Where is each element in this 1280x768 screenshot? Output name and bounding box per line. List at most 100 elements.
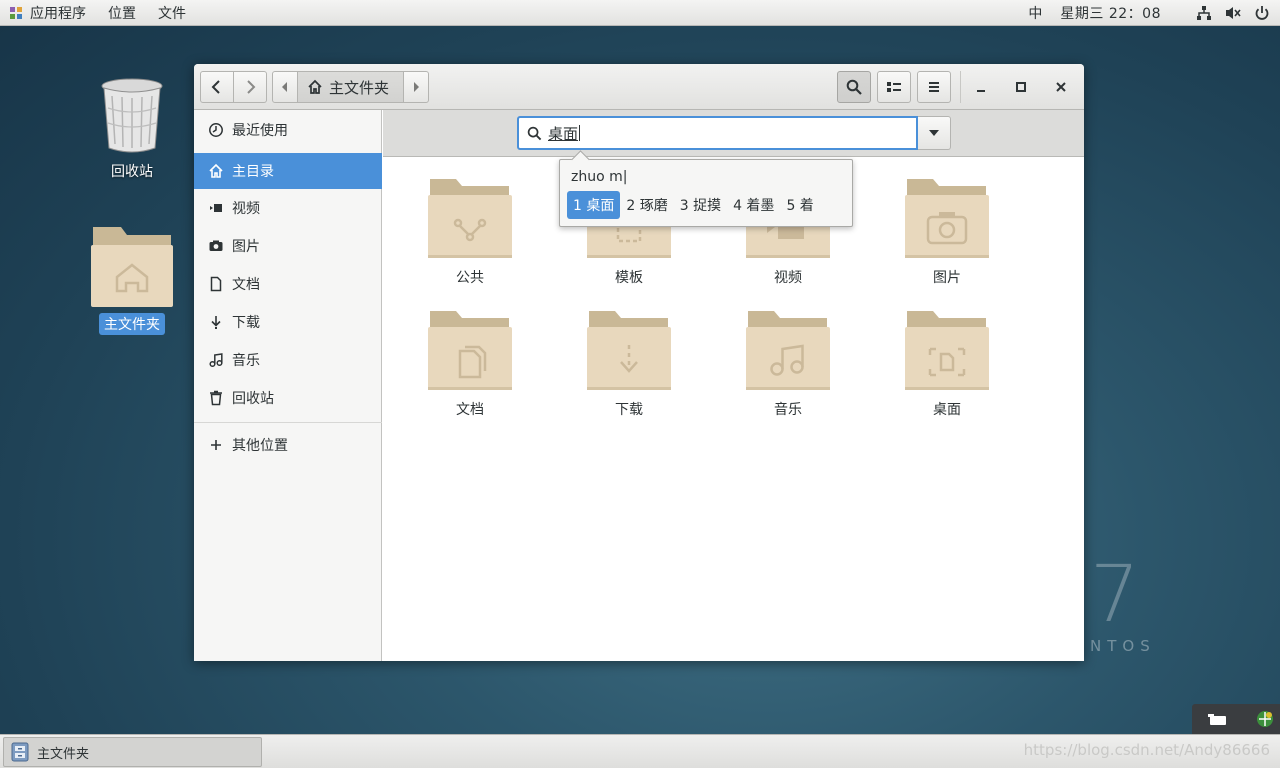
trash-icon bbox=[208, 390, 224, 406]
centos-logo-number: 7 bbox=[1090, 550, 1140, 640]
folder-documents[interactable]: 文档 bbox=[410, 309, 530, 419]
share-icon bbox=[428, 179, 512, 258]
minimize-icon bbox=[977, 90, 985, 92]
folder-name: 下载 bbox=[615, 402, 643, 418]
hamburger-menu-icon bbox=[929, 82, 939, 92]
home-folder-icon bbox=[91, 227, 173, 307]
maximize-button[interactable] bbox=[1012, 78, 1030, 96]
search-options-dropdown[interactable] bbox=[918, 116, 951, 150]
device-icon[interactable] bbox=[1208, 713, 1228, 727]
folder-music[interactable]: 音乐 bbox=[728, 309, 848, 419]
sidebar-item-trash[interactable]: 回收站 bbox=[194, 380, 382, 416]
view-mode-button[interactable] bbox=[877, 71, 911, 103]
sidebar-item-pictures[interactable]: 图片 bbox=[194, 228, 382, 264]
search-button[interactable] bbox=[837, 71, 871, 103]
path-home-button[interactable]: 主文件夹 bbox=[298, 71, 404, 103]
notification-tray bbox=[1192, 704, 1280, 734]
header-bar: 主文件夹 bbox=[194, 64, 1084, 110]
sidebar-item-label: 回收站 bbox=[232, 391, 274, 407]
file-manager-window: 主文件夹 最近使用 主目录 视频 图片 文档 下载 音乐 回收站 其他位置 桌面… bbox=[194, 64, 1084, 661]
file-cabinet-icon bbox=[11, 742, 29, 762]
sidebar-item-label: 最近使用 bbox=[232, 123, 288, 139]
sidebar-item-documents[interactable]: 文档 bbox=[194, 266, 382, 302]
list-view-icon bbox=[887, 82, 901, 92]
sidebar-item-other-locations[interactable]: 其他位置 bbox=[194, 427, 382, 463]
ime-candidate[interactable]: 1 桌面 bbox=[567, 191, 621, 219]
document-icon bbox=[208, 276, 224, 292]
taskbar-item-label: 主文件夹 bbox=[37, 746, 90, 762]
menu-button[interactable] bbox=[917, 71, 951, 103]
music-icon bbox=[208, 352, 224, 368]
close-button[interactable] bbox=[1052, 78, 1070, 96]
desktop-home-folder-label: 主文件夹 bbox=[99, 313, 165, 335]
top-bar: 应用程序 位置 文件 中 星期三 22：08 bbox=[0, 0, 1280, 26]
path-scroll-right-button[interactable] bbox=[403, 71, 430, 103]
maximize-icon bbox=[1016, 82, 1026, 92]
sidebar-item-videos[interactable]: 视频 bbox=[194, 190, 382, 226]
sidebar-item-label: 图片 bbox=[232, 239, 260, 255]
folder-public[interactable]: 公共 bbox=[410, 177, 530, 287]
plus-icon bbox=[208, 437, 224, 453]
sidebar-item-home[interactable]: 主目录 bbox=[194, 153, 382, 189]
header-separator bbox=[960, 71, 961, 103]
clock[interactable]: 星期三 22：08 bbox=[1060, 3, 1161, 23]
triangle-left-icon bbox=[282, 82, 287, 92]
folder-name: 视频 bbox=[774, 270, 802, 286]
folder-desktop[interactable]: 桌面 bbox=[887, 309, 1007, 419]
sidebar: 最近使用 主目录 视频 图片 文档 下载 音乐 回收站 其他位置 bbox=[194, 110, 382, 661]
sidebar-separator bbox=[194, 422, 382, 423]
search-input[interactable]: 桌面 bbox=[517, 116, 918, 150]
desktop-home-folder[interactable]: 主文件夹 bbox=[88, 225, 176, 335]
sidebar-item-label: 音乐 bbox=[232, 353, 260, 369]
path-home-label: 主文件夹 bbox=[329, 78, 390, 97]
sidebar-item-label: 其他位置 bbox=[232, 438, 288, 454]
taskbar-item-file-manager[interactable]: 主文件夹 bbox=[3, 737, 262, 767]
watermark-text: https://blog.csdn.net/Andy86666 bbox=[1023, 741, 1270, 759]
chevron-down-icon bbox=[929, 130, 939, 136]
triangle-right-icon bbox=[414, 82, 420, 92]
desktop-trash[interactable]: 回收站 bbox=[96, 78, 168, 182]
ime-candidate[interactable]: 5 着 bbox=[780, 191, 819, 219]
sidebar-item-downloads[interactable]: 下载 bbox=[194, 304, 382, 340]
search-icon bbox=[846, 79, 862, 95]
sidebar-item-recent[interactable]: 最近使用 bbox=[194, 112, 382, 148]
chevron-left-icon bbox=[211, 80, 220, 94]
text-caret bbox=[579, 125, 581, 141]
network-icon[interactable] bbox=[1196, 5, 1212, 21]
apps-menu-icon[interactable] bbox=[9, 6, 23, 20]
folder-name: 模板 bbox=[615, 270, 643, 286]
forward-button[interactable] bbox=[234, 71, 267, 103]
folder-name: 图片 bbox=[933, 270, 961, 286]
centos-logo-text: NTOS bbox=[1090, 637, 1156, 655]
ime-candidate[interactable]: 3 捉摸 bbox=[674, 191, 727, 219]
file-menu[interactable]: 文件 bbox=[158, 3, 186, 23]
network-status-icon[interactable] bbox=[1255, 709, 1275, 729]
folder-downloads[interactable]: 下载 bbox=[569, 309, 689, 419]
ime-candidate[interactable]: 2 琢磨 bbox=[620, 191, 673, 219]
document-icon bbox=[428, 311, 512, 390]
minimize-button[interactable] bbox=[972, 78, 990, 96]
path-bar: 主文件夹 bbox=[272, 71, 430, 103]
close-icon bbox=[1056, 82, 1066, 92]
search-bar: 桌面 bbox=[383, 110, 1084, 157]
volume-muted-icon[interactable] bbox=[1225, 5, 1241, 21]
sidebar-item-music[interactable]: 音乐 bbox=[194, 342, 382, 378]
folder-name: 桌面 bbox=[933, 402, 961, 418]
search-input-text: 桌面 bbox=[548, 124, 579, 143]
trash-bin-icon bbox=[101, 78, 163, 153]
camera-icon bbox=[905, 179, 989, 258]
video-icon bbox=[208, 200, 224, 216]
sidebar-item-label: 主目录 bbox=[232, 164, 274, 180]
input-method-indicator[interactable]: 中 bbox=[1028, 3, 1042, 23]
power-icon[interactable] bbox=[1254, 5, 1270, 21]
desktop-trash-label: 回收站 bbox=[111, 164, 153, 180]
folder-pictures[interactable]: 图片 bbox=[887, 177, 1007, 287]
path-scroll-left-button[interactable] bbox=[272, 71, 298, 103]
ime-candidate[interactable]: 4 着墨 bbox=[727, 191, 780, 219]
back-button[interactable] bbox=[200, 71, 234, 103]
file-grid: 公共 模板 视频 图片 文档 下载 音乐 桌面 bbox=[383, 157, 1084, 661]
folder-name: 公共 bbox=[456, 270, 484, 286]
applications-menu[interactable]: 应用程序 bbox=[30, 3, 86, 23]
search-icon bbox=[527, 126, 542, 140]
places-menu[interactable]: 位置 bbox=[108, 3, 136, 23]
